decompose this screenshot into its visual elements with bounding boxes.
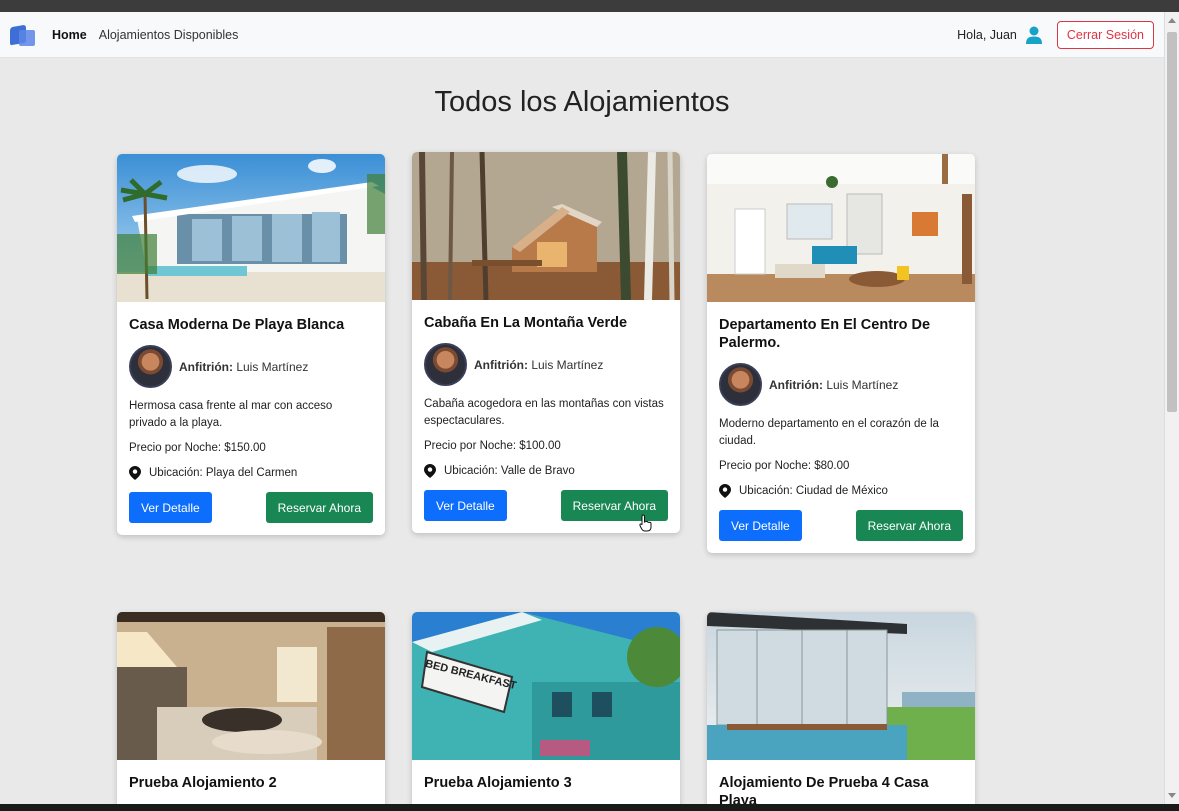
navbar: Home Alojamientos Disponibles Hola, Juan…	[0, 12, 1164, 58]
brand-logo-icon[interactable]	[10, 24, 36, 46]
reservar-ahora-button[interactable]: Reservar Ahora	[855, 510, 963, 541]
card-location-text: Ubicación: Ciudad de México	[739, 485, 888, 497]
accommodation-card: Cabaña En La Montaña Verde Anfitrión: Lu…	[412, 152, 680, 533]
card-location: Ubicación: Ciudad de México	[719, 484, 963, 498]
scroll-up-arrow-icon[interactable]	[1168, 18, 1176, 23]
accommodation-card: Departamento En El Centro De Palermo. An…	[707, 154, 975, 553]
card-description: Cabaña acogedora en las montañas con vis…	[424, 398, 664, 427]
card-price: Precio por Noche: $150.00	[129, 442, 266, 454]
window-bottom-bar	[0, 804, 1179, 811]
card-image-forest-cabin	[412, 152, 680, 300]
user-greeting: Hola, Juan	[957, 27, 1017, 42]
accommodation-card: Alojamiento De Prueba 4 Casa Playa	[707, 612, 975, 811]
card-location: Ubicación: Valle de Bravo	[424, 464, 668, 478]
card-image-glass-house	[707, 612, 975, 760]
card-image-bedroom	[117, 612, 385, 760]
card-image-beach-house	[117, 154, 385, 302]
host-label: Anfitrión:	[179, 359, 233, 374]
card-description: Moderno departamento en el corazón de la…	[719, 418, 939, 447]
navbar-user-area: Hola, Juan Cerrar Sesión	[957, 20, 1164, 49]
host-name: Luis Martínez	[531, 357, 604, 372]
user-icon	[1025, 26, 1042, 44]
reservar-ahora-button[interactable]: Reservar Ahora	[265, 492, 373, 523]
ver-detalle-button[interactable]: Ver Detalle	[129, 492, 212, 523]
card-host: Anfitrión: Luis Martínez	[719, 363, 963, 406]
card-location: Ubicación: Playa del Carmen	[129, 466, 373, 480]
card-actions: Ver Detalle Reservar Ahora	[719, 510, 963, 541]
host-avatar	[129, 345, 172, 388]
card-actions: Ver Detalle Reservar Ahora	[129, 492, 373, 523]
scroll-down-arrow-icon[interactable]	[1168, 793, 1176, 798]
host-name: Luis Martínez	[826, 377, 899, 392]
page-title: Todos los Alojamientos	[434, 86, 730, 118]
ver-detalle-button[interactable]: Ver Detalle	[424, 490, 507, 521]
card-price: Precio por Noche: $80.00	[719, 460, 850, 472]
card-actions: Ver Detalle Reservar Ahora	[424, 490, 668, 521]
nav-home-link[interactable]: Home	[52, 28, 87, 42]
browser-tab-strip	[0, 0, 1179, 12]
card-price: Precio por Noche: $100.00	[424, 440, 561, 452]
page-scrollbar[interactable]	[1164, 12, 1179, 804]
card-image-apartment-interior	[707, 154, 975, 302]
cursor-hand-icon	[639, 514, 652, 532]
host-avatar	[719, 363, 762, 406]
host-label: Anfitrión:	[474, 357, 528, 372]
nav-alojamientos-link[interactable]: Alojamientos Disponibles	[99, 28, 239, 42]
host-name: Luis Martínez	[236, 359, 309, 374]
scroll-thumb[interactable]	[1167, 32, 1177, 412]
card-host: Anfitrión: Luis Martínez	[129, 345, 373, 388]
accommodation-card: Casa Moderna De Playa Blanca Anfitrión: …	[117, 154, 385, 535]
map-pin-icon	[129, 466, 141, 480]
host-avatar	[424, 343, 467, 386]
card-location-text: Ubicación: Valle de Bravo	[444, 465, 575, 477]
card-title: Departamento En El Centro De Palermo.	[719, 317, 931, 351]
map-pin-icon	[719, 484, 731, 498]
logout-button[interactable]: Cerrar Sesión	[1056, 20, 1154, 49]
card-title: Casa Moderna De Playa Blanca	[129, 317, 345, 333]
card-description: Hermosa casa frente al mar con acceso pr…	[129, 400, 333, 429]
accommodation-card: BED BREAKFAST Prueba Alojamiento 3	[412, 612, 680, 811]
card-image-bed-breakfast: BED BREAKFAST	[412, 612, 680, 760]
card-title: Cabaña En La Montaña Verde	[424, 315, 628, 331]
card-location-text: Ubicación: Playa del Carmen	[149, 467, 298, 479]
ver-detalle-button[interactable]: Ver Detalle	[719, 510, 802, 541]
card-title: Prueba Alojamiento 3	[424, 775, 572, 791]
accommodation-card: Prueba Alojamiento 2	[117, 612, 385, 811]
host-label: Anfitrión:	[769, 377, 823, 392]
card-title: Prueba Alojamiento 2	[129, 775, 277, 791]
card-host: Anfitrión: Luis Martínez	[424, 343, 668, 386]
map-pin-icon	[424, 464, 436, 478]
